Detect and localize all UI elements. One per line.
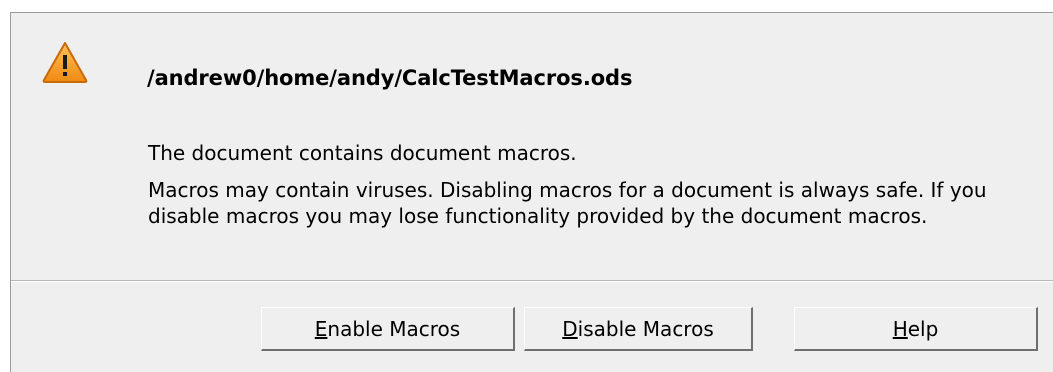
enable-label: nable Macros bbox=[327, 316, 461, 341]
enable-mnemonic: E bbox=[314, 316, 328, 341]
help-label: elp bbox=[907, 316, 939, 341]
warning-triangle-icon bbox=[42, 42, 88, 83]
message-secondary: Macros may contain viruses. Disabling ma… bbox=[148, 178, 987, 228]
disable-macros-button[interactable]: Disable Macros bbox=[524, 307, 753, 351]
separator bbox=[11, 280, 1053, 282]
message-primary: The document contains document macros. bbox=[148, 141, 577, 165]
macro-security-dialog: /andrew0/home/andy/CalcTestMacros.ods Th… bbox=[10, 12, 1053, 372]
enable-macros-button[interactable]: Enable Macros bbox=[261, 307, 515, 351]
disable-mnemonic: D bbox=[562, 316, 578, 341]
help-button[interactable]: Help bbox=[794, 307, 1038, 351]
disable-label: isable Macros bbox=[577, 316, 714, 341]
help-mnemonic: H bbox=[892, 316, 908, 341]
dialog-title: /andrew0/home/andy/CalcTestMacros.ods bbox=[147, 66, 633, 90]
